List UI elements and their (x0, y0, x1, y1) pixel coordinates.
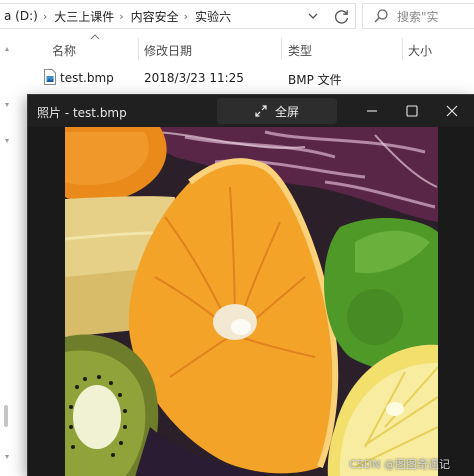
desktop: a (D:) › 大三上课件 › 内容安全 › 实验六 搜索"实 名称 修改日期… (0, 0, 474, 476)
photos-title-bar[interactable]: 照片 - test.bmp 全屏 (28, 95, 474, 127)
column-divider[interactable] (138, 38, 139, 60)
refresh-icon[interactable] (331, 7, 353, 27)
photo-viewer[interactable]: CSDN @图图奇遇记 (28, 127, 474, 476)
maximize-icon (406, 105, 418, 117)
column-divider[interactable] (281, 38, 282, 60)
watermark: CSDN @图图奇遇记 (349, 458, 450, 471)
close-icon (446, 105, 458, 117)
address-bar[interactable]: a (D:) › 大三上课件 › 内容安全 › 实验六 (0, 3, 356, 29)
maximize-button[interactable] (392, 95, 432, 127)
column-divider[interactable] (402, 38, 403, 60)
column-header-name[interactable]: 名称 (52, 42, 76, 59)
navigation-pane[interactable] (0, 33, 22, 476)
fullscreen-label: 全屏 (274, 104, 299, 119)
file-name: test.bmp (60, 71, 114, 85)
breadcrumb-folder[interactable]: 大三上课件 (50, 8, 116, 25)
chevron-right-icon: › (119, 9, 124, 23)
bmp-file-icon (44, 69, 56, 85)
expand-icon (255, 105, 267, 117)
breadcrumb-folder[interactable]: 内容安全 (127, 8, 181, 25)
sort-ascending-icon (90, 34, 100, 40)
search-box[interactable]: 搜索"实 (362, 3, 474, 29)
photos-window: 照片 - test.bmp 全屏 CSDN @图图奇遇记 (27, 94, 474, 476)
minimize-icon (367, 110, 377, 112)
column-header-size[interactable]: 大小 (408, 42, 432, 59)
search-placeholder: 搜索"实 (397, 9, 439, 24)
file-modified: 2018/3/23 11:25 (144, 71, 244, 85)
column-headers: 名称 修改日期 类型 大小 (36, 34, 474, 64)
column-header-modified[interactable]: 修改日期 (144, 42, 192, 59)
fruits-photo (65, 127, 438, 476)
breadcrumb-drive[interactable]: a (D:) (0, 9, 40, 23)
close-button[interactable] (432, 95, 472, 127)
chevron-right-icon: › (42, 9, 48, 23)
address-row: a (D:) › 大三上课件 › 内容安全 › 实验六 搜索"实 (0, 0, 474, 33)
search-icon (374, 9, 388, 23)
breadcrumb-current[interactable]: 实验六 (191, 8, 233, 25)
column-header-type[interactable]: 类型 (288, 42, 312, 59)
nav-scrollbar[interactable] (4, 43, 10, 463)
file-type: BMP 文件 (288, 73, 342, 87)
scrollbar-thumb[interactable] (4, 405, 8, 427)
chevron-down-icon[interactable] (305, 8, 321, 24)
chevron-right-icon: › (183, 9, 189, 23)
window-title: 照片 - test.bmp (37, 106, 127, 120)
minimize-button[interactable] (352, 95, 392, 127)
file-row[interactable]: test.bmp 2018/3/23 11:25 BMP 文件 (36, 66, 474, 90)
fullscreen-button[interactable]: 全屏 (217, 98, 337, 124)
